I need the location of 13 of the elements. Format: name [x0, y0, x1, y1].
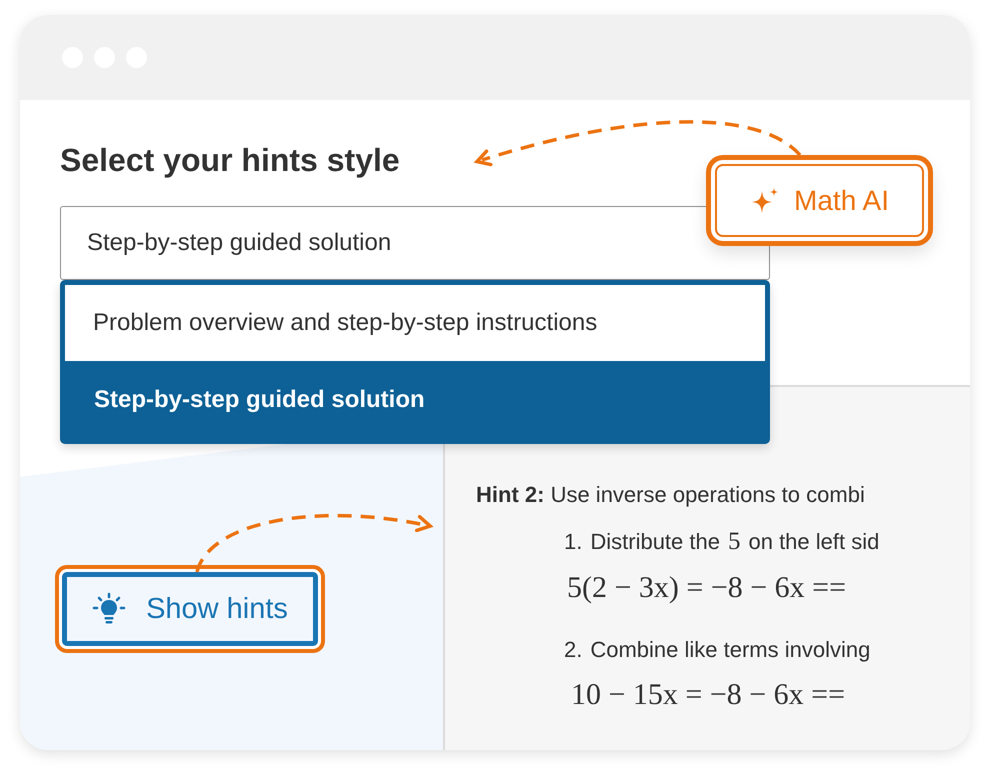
hints-style-select[interactable]: Step-by-step guided solution	[60, 206, 770, 280]
heading: Select your hints style	[60, 142, 400, 179]
dropdown-option[interactable]: Problem overview and step-by-step instructions	[65, 285, 765, 361]
equation: 10 − 15x = −8 − 6x ==	[571, 678, 846, 712]
step-text: Distribute the	[590, 529, 720, 555]
dropdown-option[interactable]: Step-by-step guided solution	[65, 361, 765, 439]
step-text: Combine like terms involving	[590, 637, 870, 663]
step-number: 2.	[564, 637, 582, 663]
math-value: 5	[728, 528, 740, 556]
equation: 5(2 − 3x) = −8 − 6x ==	[567, 571, 847, 605]
hint-text: Hint 2: Use inverse operations to combi	[476, 482, 865, 507]
step-number: 1.	[564, 529, 582, 555]
step-text: on the left sid	[748, 529, 880, 555]
